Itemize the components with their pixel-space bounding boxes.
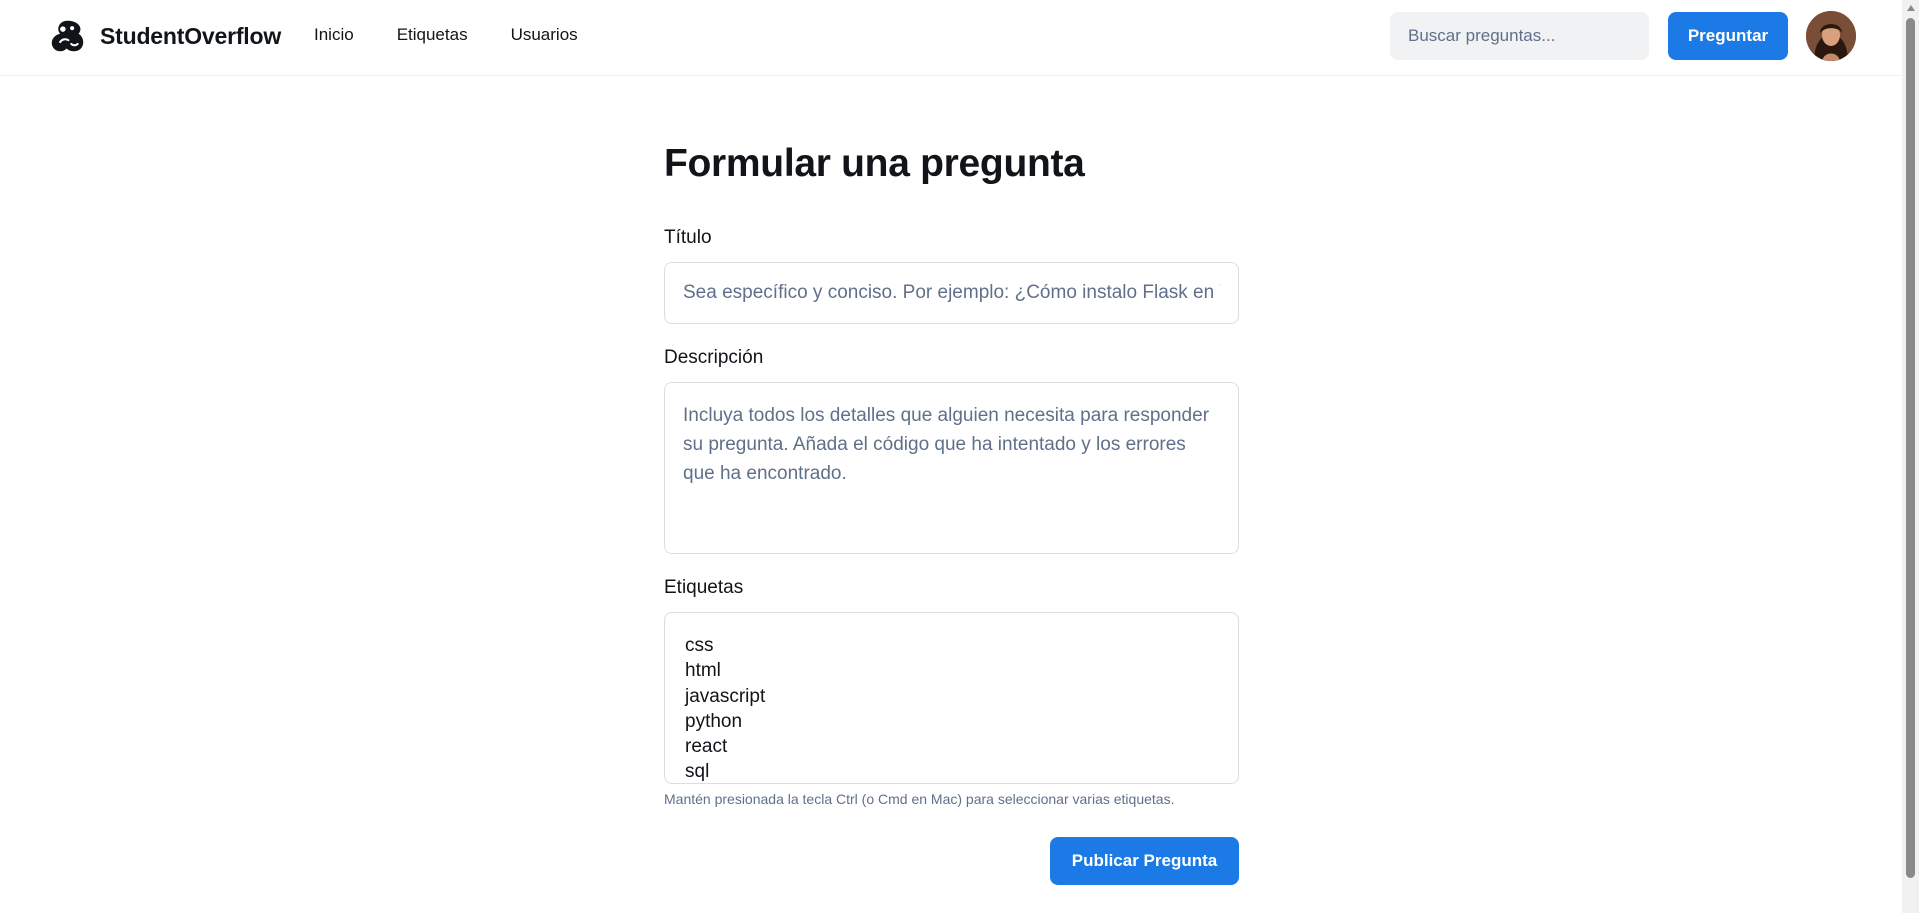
tags-label: Etiquetas [664,577,744,598]
tags-help-text: Mantén presionada la tecla Ctrl (o Cmd e… [664,791,1175,807]
brand[interactable]: StudentOverflow [49,17,281,56]
search-input[interactable] [1390,12,1649,60]
ask-question-button[interactable]: Preguntar [1668,12,1788,60]
tag-option-python[interactable]: python [685,709,1238,734]
description-label: Descripción [664,347,764,368]
tag-option-css[interactable]: css [685,633,1238,658]
publish-question-button[interactable]: Publicar Pregunta [1050,837,1239,885]
tag-option-sql[interactable]: sql [685,759,1238,783]
avatar-image [1806,11,1856,61]
user-avatar[interactable] [1806,11,1856,61]
tag-option-javascript[interactable]: javascript [685,684,1238,709]
nav-link-tags[interactable]: Etiquetas [397,25,468,45]
page-title: Formular una pregunta [664,142,1085,185]
tag-option-html[interactable]: html [685,658,1238,683]
student-logo-icon [51,20,84,52]
page: StudentOverflow Inicio Etiquetas Usuario… [0,0,1919,913]
nav-link-home[interactable]: Inicio [314,25,354,45]
title-label: Título [664,227,712,248]
nav-link-users[interactable]: Usuarios [511,25,578,45]
title-input[interactable] [664,262,1239,324]
tag-option-react[interactable]: react [685,734,1238,759]
scroll-thumb[interactable] [1906,18,1915,878]
main-nav: Inicio Etiquetas Usuarios [314,25,578,45]
page-scrollbar[interactable] [1902,0,1919,913]
description-textarea[interactable] [664,382,1239,554]
scroll-up-arrow-icon[interactable] [1907,5,1915,11]
tags-multiselect[interactable]: css html javascript python react sql [664,612,1239,784]
brand-name[interactable]: StudentOverflow [100,23,281,50]
top-navbar: StudentOverflow Inicio Etiquetas Usuario… [0,0,1902,76]
